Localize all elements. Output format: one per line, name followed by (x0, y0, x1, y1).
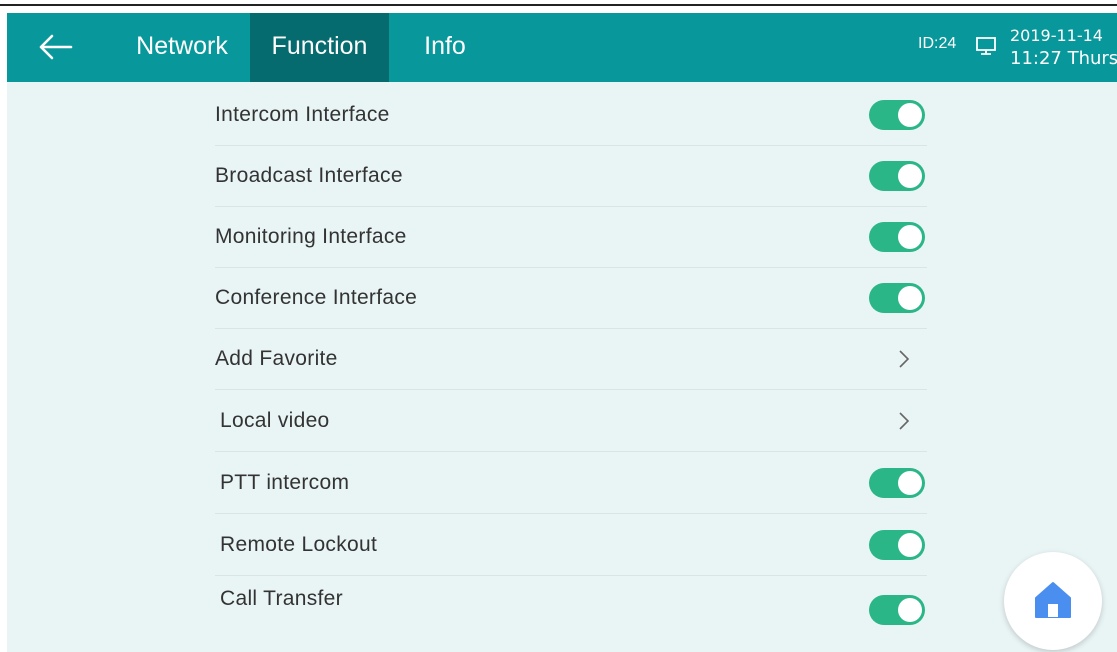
toggle-knob (898, 597, 922, 622)
setting-row-local-video[interactable]: Local video (215, 390, 927, 452)
top-divider (0, 4, 1117, 6)
setting-label: Conference Interface (215, 285, 418, 309)
toggle-knob (898, 532, 922, 557)
home-icon (1035, 582, 1071, 618)
toggle-knob (898, 470, 922, 495)
back-button[interactable] (37, 31, 77, 63)
time-text: 11:27 Thurs (1010, 48, 1117, 69)
app-window: Network Function Info ID:24 2019-11-14 1… (0, 0, 1117, 652)
monitor-icon (975, 35, 997, 57)
setting-row-call-transfer: Call Transfer (215, 575, 927, 636)
ptt-intercom-toggle[interactable] (869, 467, 925, 498)
tab-network[interactable]: Network (121, 13, 243, 82)
call-transfer-toggle[interactable] (869, 594, 925, 625)
date-text: 2019-11-14 (1010, 26, 1103, 45)
setting-row-monitoring: Monitoring Interface (215, 206, 927, 268)
setting-row-add-favorite[interactable]: Add Favorite (215, 328, 927, 390)
toggle-knob (898, 224, 922, 249)
setting-label: Broadcast Interface (215, 163, 403, 187)
settings-panel: Intercom Interface Broadcast Interface M… (7, 82, 1117, 652)
setting-label: Intercom Interface (215, 102, 390, 126)
setting-row-conference: Conference Interface (215, 267, 927, 329)
back-arrow-icon (39, 34, 73, 60)
toggle-knob (898, 285, 922, 310)
broadcast-toggle[interactable] (869, 160, 925, 191)
chevron-right-icon[interactable] (897, 410, 911, 432)
remote-lockout-toggle[interactable] (869, 529, 925, 560)
toggle-knob (898, 163, 922, 188)
setting-row-ptt-intercom: PTT intercom (215, 452, 927, 514)
setting-label: PTT intercom (220, 470, 350, 494)
home-button[interactable] (1004, 552, 1102, 650)
toggle-knob (898, 102, 922, 127)
setting-row-remote-lockout: Remote Lockout (215, 514, 927, 576)
setting-row-intercom: Intercom Interface (215, 84, 927, 146)
tab-function[interactable]: Function (250, 13, 389, 82)
header-bar: Network Function Info ID:24 2019-11-14 1… (7, 13, 1117, 82)
setting-label: Add Favorite (215, 346, 338, 370)
setting-label: Monitoring Interface (215, 224, 407, 248)
setting-label: Local video (220, 408, 330, 432)
tab-info[interactable]: Info (405, 13, 485, 82)
chevron-right-icon[interactable] (897, 348, 911, 370)
setting-label: Remote Lockout (220, 532, 378, 556)
monitoring-toggle[interactable] (869, 221, 925, 252)
setting-label: Call Transfer (220, 587, 343, 611)
setting-row-broadcast: Broadcast Interface (215, 145, 927, 207)
intercom-toggle[interactable] (869, 99, 925, 130)
conference-toggle[interactable] (869, 282, 925, 313)
device-id: ID:24 (918, 35, 957, 52)
